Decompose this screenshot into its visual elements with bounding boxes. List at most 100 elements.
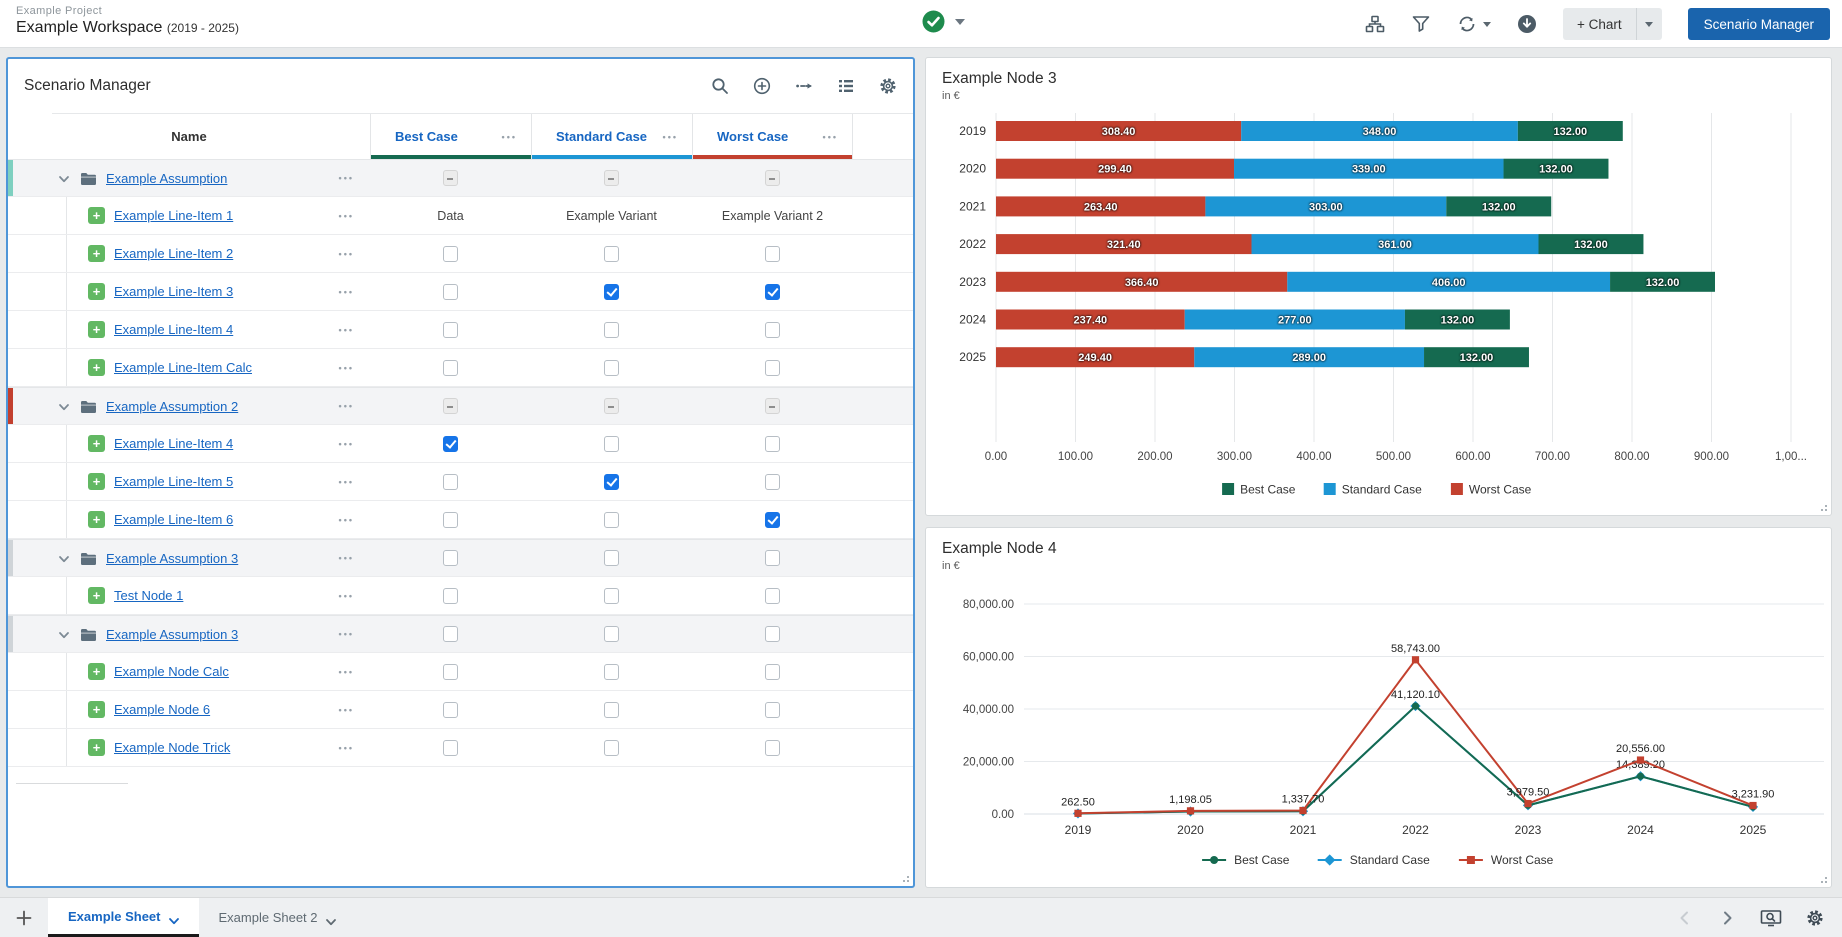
row-menu-button[interactable]: ••• — [339, 173, 354, 183]
row-link[interactable]: Example Line-Item 4 — [114, 322, 233, 337]
scenario-checkbox[interactable] — [443, 474, 458, 490]
row-menu-button[interactable]: ••• — [339, 287, 354, 297]
row-link[interactable]: Example Line-Item 2 — [114, 246, 233, 261]
scenario-checkbox[interactable] — [604, 322, 619, 338]
row-menu-button[interactable]: ••• — [339, 363, 354, 373]
scenario-checkbox[interactable] — [443, 246, 458, 262]
row-menu-button[interactable]: ••• — [339, 743, 354, 753]
chart-resize-handle[interactable] — [1818, 874, 1827, 883]
scenario-checkbox[interactable] — [604, 512, 619, 528]
panel-resize-handle[interactable] — [900, 873, 909, 882]
add-circle-icon[interactable] — [753, 77, 771, 95]
add-node-icon[interactable]: + — [88, 359, 105, 376]
scenario-checkbox[interactable] — [443, 322, 458, 338]
add-chart-split-button[interactable]: + Chart — [1563, 8, 1662, 40]
scenario-checkbox[interactable] — [443, 436, 458, 452]
scenario-checkbox[interactable] — [765, 246, 780, 262]
row-menu-button[interactable]: ••• — [339, 553, 354, 563]
row-menu-button[interactable]: ••• — [339, 477, 354, 487]
scenario-checkbox[interactable] — [604, 360, 619, 376]
scenario-checkbox[interactable] — [443, 664, 458, 680]
scenario-checkbox[interactable] — [604, 550, 619, 566]
row-link[interactable]: Example Node 6 — [114, 702, 210, 717]
scenario-checkbox[interactable] — [604, 740, 619, 756]
row-menu-button[interactable]: ••• — [339, 705, 354, 715]
scenario-checkbox[interactable] — [604, 398, 619, 414]
presentation-zoom-icon[interactable] — [1760, 909, 1782, 927]
scenario-checkbox[interactable] — [765, 512, 780, 528]
hierarchy-icon[interactable] — [1365, 14, 1385, 34]
row-menu-button[interactable]: ••• — [339, 591, 354, 601]
scenario-checkbox[interactable] — [604, 664, 619, 680]
chevron-down-icon[interactable] — [58, 628, 70, 640]
scenario-menu-button[interactable]: ••• — [502, 132, 517, 142]
add-node-icon[interactable]: + — [88, 283, 105, 300]
add-node-icon[interactable]: + — [88, 207, 105, 224]
status-caret-icon[interactable] — [955, 19, 965, 25]
row-link[interactable]: Example Assumption 3 — [106, 551, 238, 566]
row-menu-button[interactable]: ••• — [339, 401, 354, 411]
scenario-checkbox[interactable] — [604, 246, 619, 262]
add-node-icon[interactable]: + — [88, 435, 105, 452]
scenario-checkbox[interactable] — [765, 436, 780, 452]
row-link[interactable]: Example Node Trick — [114, 740, 230, 755]
add-node-icon[interactable]: + — [88, 701, 105, 718]
scenario-checkbox[interactable] — [443, 284, 458, 300]
next-sheet-icon[interactable] — [1718, 909, 1736, 927]
scenario-link[interactable]: Worst Case — [717, 129, 788, 144]
scenario-checkbox[interactable] — [443, 588, 458, 604]
chevron-down-icon[interactable] — [58, 400, 70, 412]
scenario-checkbox[interactable] — [443, 740, 458, 756]
row-menu-button[interactable]: ••• — [339, 629, 354, 639]
scenario-checkbox[interactable] — [443, 398, 458, 414]
row-menu-button[interactable]: ••• — [339, 439, 354, 449]
refresh-icon[interactable] — [1457, 14, 1477, 34]
refresh-caret-icon[interactable] — [1483, 22, 1491, 27]
scenario-checkbox[interactable] — [765, 740, 780, 756]
row-link[interactable]: Example Line-Item 3 — [114, 284, 233, 299]
scenario-checkbox[interactable] — [604, 436, 619, 452]
filter-icon[interactable] — [1411, 14, 1431, 34]
scenario-checkbox[interactable] — [604, 284, 619, 300]
scenario-menu-button[interactable]: ••• — [823, 132, 838, 142]
scenario-checkbox[interactable] — [765, 474, 780, 490]
scenario-checkbox[interactable] — [443, 626, 458, 642]
row-menu-button[interactable]: ••• — [339, 325, 354, 335]
scenario-checkbox[interactable] — [604, 170, 619, 186]
download-icon[interactable] — [1517, 14, 1537, 34]
scenario-checkbox[interactable] — [765, 588, 780, 604]
row-link[interactable]: Example Assumption — [106, 171, 227, 186]
row-menu-button[interactable]: ••• — [339, 667, 354, 677]
scenario-checkbox[interactable] — [765, 702, 780, 718]
status-check-icon[interactable] — [922, 10, 945, 33]
scenario-checkbox[interactable] — [765, 360, 780, 376]
row-link[interactable]: Example Line-Item 5 — [114, 474, 233, 489]
scenario-checkbox[interactable] — [765, 398, 780, 414]
scenario-checkbox[interactable] — [765, 626, 780, 642]
scenario-checkbox[interactable] — [765, 550, 780, 566]
scenario-checkbox[interactable] — [443, 702, 458, 718]
gear-icon[interactable] — [879, 77, 897, 95]
row-link[interactable]: Example Line-Item 1 — [114, 208, 233, 223]
row-menu-button[interactable]: ••• — [339, 249, 354, 259]
row-link[interactable]: Example Line-Item 6 — [114, 512, 233, 527]
add-node-icon[interactable]: + — [88, 321, 105, 338]
list-view-icon[interactable] — [837, 77, 855, 95]
scenario-checkbox[interactable] — [443, 360, 458, 376]
add-chart-button[interactable]: + Chart — [1563, 8, 1636, 40]
add-node-icon[interactable]: + — [88, 511, 105, 528]
search-icon[interactable] — [711, 77, 729, 95]
prev-sheet-icon[interactable] — [1676, 909, 1694, 927]
scenario-checkbox[interactable] — [443, 550, 458, 566]
row-link[interactable]: Example Line-Item 4 — [114, 436, 233, 451]
scenario-status-dropdown[interactable] — [922, 10, 965, 33]
scenario-checkbox[interactable] — [765, 664, 780, 680]
scenario-checkbox[interactable] — [604, 702, 619, 718]
add-sheet-icon[interactable] — [0, 898, 48, 937]
scenario-checkbox[interactable] — [443, 512, 458, 528]
row-link[interactable]: Example Assumption 2 — [106, 399, 238, 414]
chart-resize-handle[interactable] — [1818, 502, 1827, 511]
sheet-tab-caret-icon[interactable] — [326, 914, 336, 921]
sheet-tab-caret-icon[interactable] — [169, 913, 179, 920]
chevron-down-icon[interactable] — [58, 172, 70, 184]
